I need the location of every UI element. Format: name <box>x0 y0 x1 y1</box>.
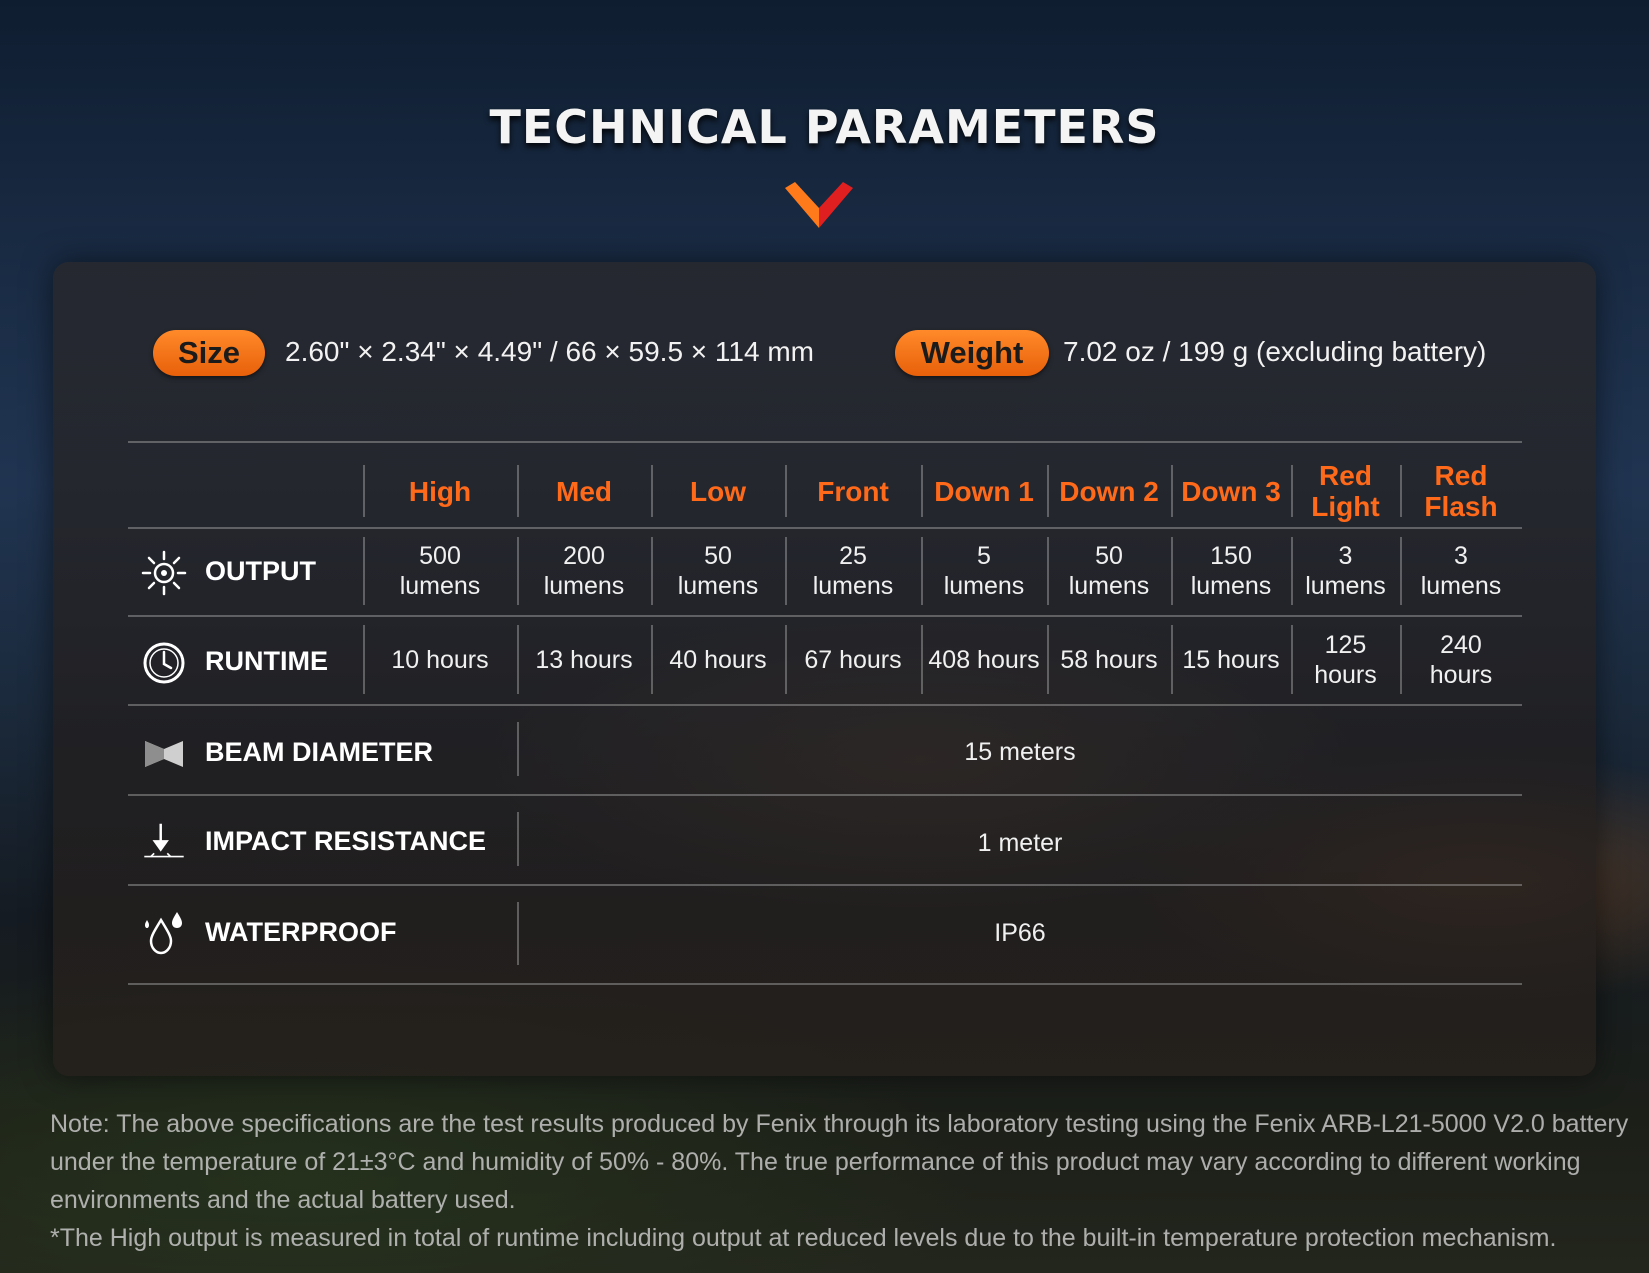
clock-icon <box>143 642 185 684</box>
column-header-line: High <box>408 475 472 507</box>
column-header-line: Down 2 <box>1059 475 1159 507</box>
runtime-value-line: 125 <box>1324 630 1367 659</box>
water-drop-icon <box>145 912 182 955</box>
column-header-line: Light <box>1311 491 1380 522</box>
output-value-line: lumens <box>1420 572 1502 600</box>
beam-diameter-value: 15 meters <box>964 738 1076 766</box>
size-value: 2.60" × 2.34" × 4.49" / 66 × 59.5 × 114 … <box>285 336 814 367</box>
row-label-beam-diameter: BEAM DIAMETER <box>205 736 433 767</box>
runtime-value-line: 13 hours <box>535 645 633 674</box>
row-divider <box>128 441 1522 443</box>
impact-resistance-value: 1 meter <box>977 829 1063 857</box>
runtime-value: 408 hours <box>921 615 1047 704</box>
runtime-value-line: 240 <box>1440 630 1482 659</box>
chevron-down-icon <box>785 182 853 228</box>
column-header: Red Flash <box>1400 455 1522 527</box>
output-value-line: 500 <box>419 542 461 570</box>
output-value: 3 lumens <box>1291 527 1400 615</box>
output-value-line: 50 <box>1095 542 1123 570</box>
column-header: High <box>363 455 517 527</box>
column-header-line: Down 3 <box>1181 475 1281 507</box>
runtime-value-line: 58 hours <box>1060 645 1158 674</box>
column-header-line: Red <box>1319 460 1372 491</box>
column-header: Med <box>517 455 651 527</box>
output-value-line: 3 <box>1454 542 1468 570</box>
runtime-value: 10 hours <box>363 615 517 704</box>
row-label-waterproof: WATERPROOF <box>205 916 397 947</box>
column-header-line: Red <box>1434 460 1488 491</box>
output-value-line: lumens <box>1190 572 1272 600</box>
column-header-line: Med <box>556 475 612 507</box>
output-value: 50 lumens <box>651 527 785 615</box>
runtime-value-line: 40 hours <box>669 645 767 674</box>
output-value: 150 lumens <box>1171 527 1291 615</box>
output-value-line: 25 <box>839 542 867 570</box>
column-header-line: Down 1 <box>934 475 1034 507</box>
runtime-value-line: 15 hours <box>1182 645 1280 674</box>
weight-badge: Weight <box>895 330 1049 376</box>
sun-icon <box>141 550 187 596</box>
column-header: Red Light <box>1291 455 1400 527</box>
column-header-line: Low <box>690 475 746 507</box>
runtime-value: 15 hours <box>1171 615 1291 704</box>
runtime-value-line: 67 hours <box>804 645 902 674</box>
output-value-line: lumens <box>543 572 625 600</box>
output-value-line: 3 <box>1338 542 1353 570</box>
page-title: TECHNICAL PARAMETERS <box>489 100 1160 154</box>
output-value-line: lumens <box>943 572 1025 600</box>
column-header: Low <box>651 455 785 527</box>
row-label-output: OUTPUT <box>205 555 316 586</box>
column-header: Down 1 <box>921 455 1047 527</box>
runtime-value-line: 408 hours <box>928 645 1040 674</box>
column-header: Down 2 <box>1047 455 1171 527</box>
output-value-line: 150 <box>1210 542 1252 570</box>
column-header: Down 3 <box>1171 455 1291 527</box>
beam-icon <box>145 741 183 767</box>
waterproof-value: IP66 <box>994 919 1046 947</box>
output-value: 25 lumens <box>785 527 921 615</box>
column-header-line: Front <box>817 475 889 507</box>
row-divider <box>128 884 1522 886</box>
row-divider <box>128 794 1522 796</box>
row-label-impact-resistance: IMPACT RESISTANCE <box>205 825 487 856</box>
runtime-value-line: hours <box>1429 660 1493 689</box>
runtime-value: 40 hours <box>651 615 785 704</box>
output-value-line: lumens <box>1068 572 1150 600</box>
runtime-value: 125 hours <box>1291 615 1400 704</box>
output-value-line: lumens <box>1305 572 1386 600</box>
footnote: Note: The above specifications are the t… <box>50 1105 1630 1257</box>
output-value: 5 lumens <box>921 527 1047 615</box>
row-label-runtime: RUNTIME <box>205 645 328 676</box>
weight-value: 7.02 oz / 199 g (excluding battery) <box>1063 336 1487 367</box>
output-value-line: lumens <box>677 572 759 600</box>
runtime-value: 13 hours <box>517 615 651 704</box>
output-value: 50 lumens <box>1047 527 1171 615</box>
high-output-note: *The High output is measured in total of… <box>50 1224 1557 1252</box>
runtime-value-line: 10 hours <box>391 645 489 674</box>
output-value-line: lumens <box>812 572 894 600</box>
impact-arrow-icon <box>144 823 184 858</box>
row-divider <box>128 983 1522 985</box>
row-divider <box>128 704 1522 706</box>
output-value: 500 lumens <box>363 527 517 615</box>
output-value-line: lumens <box>399 572 481 600</box>
output-value-line: 200 <box>563 542 605 570</box>
column-header: Front <box>785 455 921 527</box>
output-value: 3 lumens <box>1400 527 1522 615</box>
runtime-value: 240 hours <box>1400 615 1522 704</box>
output-value: 200 lumens <box>517 527 651 615</box>
output-value-line: 5 <box>977 542 991 570</box>
runtime-value-line: hours <box>1314 660 1377 689</box>
runtime-value: 58 hours <box>1047 615 1171 704</box>
output-value-line: 50 <box>704 542 732 570</box>
note-text: Note: The above specifications are the t… <box>50 1110 1629 1214</box>
size-badge: Size <box>153 330 265 376</box>
column-header-line: Flash <box>1424 491 1498 522</box>
runtime-value: 67 hours <box>785 615 921 704</box>
